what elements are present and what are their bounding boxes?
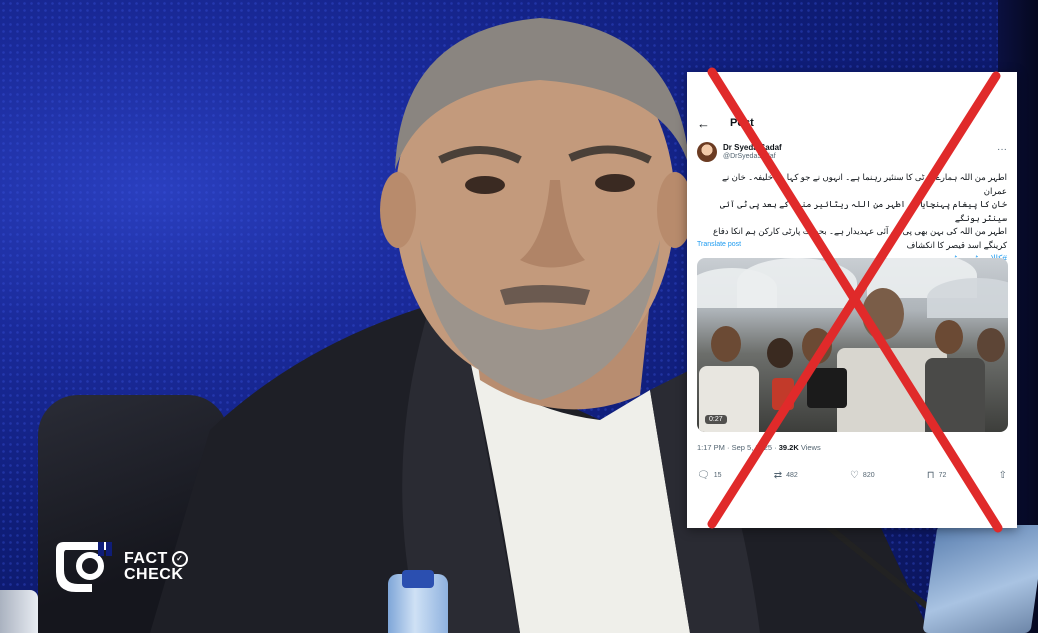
- person-head: [935, 320, 963, 354]
- tweet-meta: 1:17 PM · Sep 5, 2025 · 39.2K Views: [697, 443, 821, 452]
- logo-check: CHECK: [124, 566, 184, 583]
- person-shirt: [925, 358, 985, 432]
- card-top: [687, 72, 1017, 112]
- like-button[interactable]: ♡ 820: [850, 470, 875, 481]
- translate-link[interactable]: Translate post: [697, 241, 741, 248]
- tweet-body: اطہر من اللہ ہمارے پارٹی کا سنئیر رہنما …: [697, 171, 1007, 266]
- share-icon: ⇧: [998, 470, 1007, 481]
- bookmark-count: 72: [938, 472, 947, 479]
- views-label: Views: [800, 443, 821, 452]
- umbrella: [737, 258, 857, 308]
- person-head: [977, 328, 1005, 362]
- tweet-card: ← Post Dr Syeda Sadaf @DrSyedaSadaf ··· …: [687, 72, 1017, 528]
- author-name[interactable]: Dr Syeda Sadaf: [723, 143, 782, 153]
- author-handle[interactable]: @DrSyedaSadaf: [723, 153, 782, 161]
- cup: [0, 590, 38, 633]
- microphone: [772, 378, 794, 410]
- video-player[interactable]: 0:27: [697, 258, 1008, 432]
- back-arrow-icon[interactable]: ←: [697, 116, 710, 131]
- person-head: [862, 288, 904, 340]
- tweet-line: اطہر من اللہ کی بہن بھی پی ٹی آئی عہدیدا…: [713, 226, 1007, 236]
- person-head: [711, 326, 741, 362]
- fact-check-logo: FACT ✓ CHECK: [52, 540, 188, 594]
- urdu-logo-mark: [56, 542, 112, 592]
- tweet-line: کرینگے اسد قیصر کا انکشاف: [906, 239, 1007, 250]
- tweet-line: خان کا پیغام پہنچایا ہے اطہر من اللہ ریٹ…: [719, 199, 1007, 223]
- share-button[interactable]: ⇧: [999, 470, 1007, 481]
- post-title: Post: [730, 117, 754, 129]
- post-header: ← Post: [697, 113, 754, 133]
- laptop-screen: [922, 525, 1038, 633]
- reply-icon: 🗨: [697, 470, 710, 481]
- avatar[interactable]: [697, 142, 717, 162]
- video-duration: 0:27: [705, 415, 727, 424]
- umbrella: [927, 278, 1008, 318]
- bookmark-button[interactable]: ⊓ 72: [927, 470, 947, 481]
- person-head: [767, 338, 793, 368]
- repost-icon: ⇄: [773, 470, 783, 481]
- like-icon: ♡: [849, 470, 859, 481]
- repost-button[interactable]: ⇄ 482: [774, 470, 798, 481]
- more-icon[interactable]: ···: [997, 144, 1007, 155]
- bookmark-icon: ⊓: [926, 470, 935, 481]
- person-head: [802, 328, 832, 364]
- microphones: [807, 368, 847, 408]
- reply-button[interactable]: 🗨 15: [697, 470, 722, 481]
- action-bar: 🗨 15 ⇄ 482 ♡ 820 ⊓ 72 ⇧: [697, 470, 1007, 481]
- logo-fact: FACT: [124, 550, 168, 567]
- check-icon: ✓: [171, 551, 188, 567]
- tweet-timestamp[interactable]: 1:17 PM · Sep 5, 2025: [697, 443, 772, 452]
- tweet-line: اطہر من اللہ ہمارے پارٹی کا سنئیر رہنما …: [721, 172, 1007, 196]
- repost-count: 482: [786, 472, 798, 479]
- views-count: 39.2K: [778, 443, 799, 452]
- like-count: 820: [862, 472, 875, 479]
- bottle-cap: [402, 570, 434, 588]
- reply-count: 15: [713, 472, 722, 479]
- author-block[interactable]: Dr Syeda Sadaf @DrSyedaSadaf: [697, 142, 782, 162]
